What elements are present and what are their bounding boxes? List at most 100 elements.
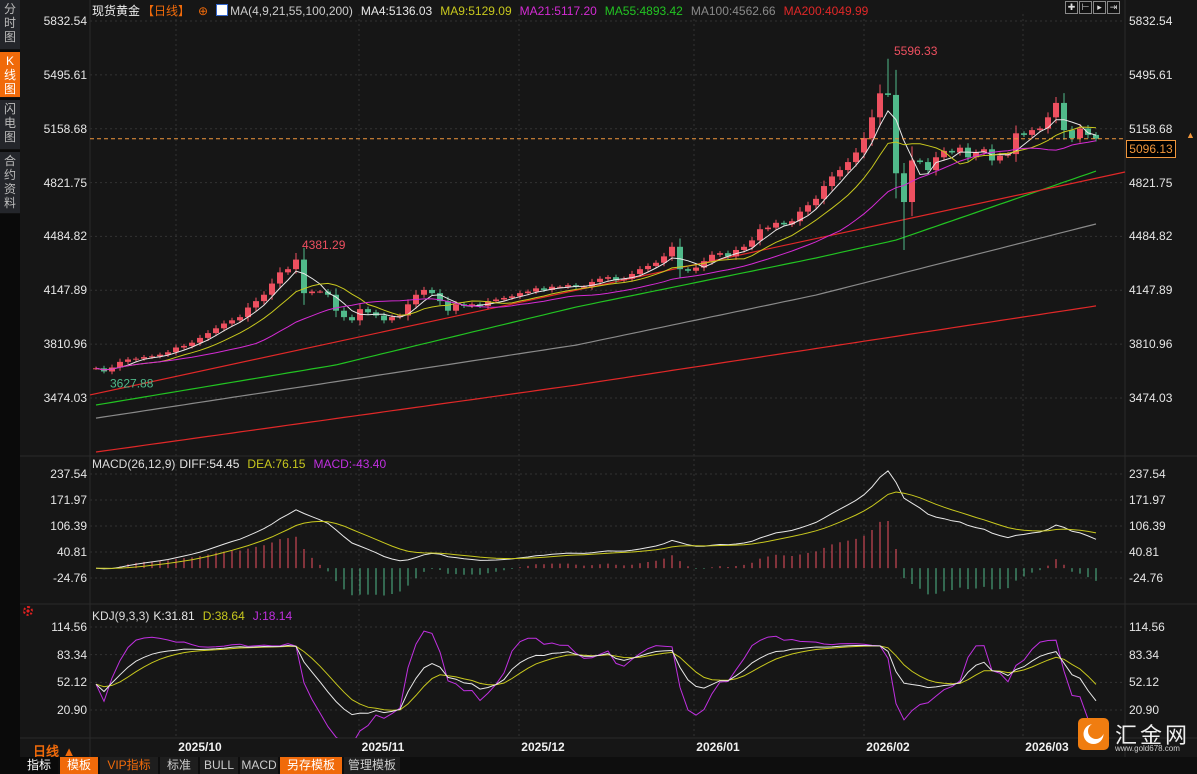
- x-tick-label: 2025/10: [178, 740, 222, 754]
- y-tick-left: 106.39: [50, 519, 87, 533]
- y-tick-right: 20.90: [1129, 703, 1160, 717]
- y-tick-right: 5832.54: [1129, 14, 1173, 28]
- y-tick-left: 40.81: [56, 545, 87, 559]
- candle-body: [1045, 117, 1051, 129]
- y-tick-left: 3810.96: [43, 337, 87, 352]
- candle-body: [597, 278, 603, 282]
- bottom-tab-3[interactable]: 标准: [160, 757, 198, 774]
- candle-body: [885, 93, 891, 95]
- candle-body: [365, 309, 371, 313]
- ma-params: MA(4,9,21,55,100,200): [230, 4, 353, 18]
- y-tick-left: 3474.03: [43, 391, 87, 405]
- x-tick-label: 2026/02: [866, 740, 910, 754]
- candle-body: [317, 291, 323, 293]
- candle-body: [645, 265, 651, 270]
- kdj-k-line: [95, 644, 1097, 716]
- y-tick-right: 52.12: [1129, 675, 1160, 690]
- bottom-tab-0[interactable]: 指标: [20, 757, 58, 774]
- candle-body: [1061, 102, 1067, 131]
- legend-macd: MACD:-43.40: [313, 457, 387, 471]
- candle-body: [949, 150, 955, 153]
- chart-plot-area[interactable]: 5596.33 4381.29 3627.88: [0, 0, 1197, 774]
- kdj-title: KDJ(9,3,3): [92, 609, 150, 623]
- price-extreme-label: 4381.29: [302, 238, 346, 252]
- candle-body: [197, 337, 203, 343]
- ma-value-ma9: MA9:5129.09: [440, 4, 512, 18]
- candle-body: [677, 246, 683, 270]
- candle-body: [381, 315, 387, 321]
- candle-body: [229, 320, 235, 324]
- candle-body: [309, 291, 315, 294]
- candle-body: [717, 253, 723, 255]
- y-tick-right: 3810.96: [1129, 337, 1173, 352]
- candle-body: [389, 317, 395, 321]
- indicator-chart-icon[interactable]: [216, 4, 229, 16]
- candle-body: [997, 155, 1003, 161]
- candle-body: [285, 269, 291, 273]
- x-tick-label: 2026/03: [1025, 740, 1069, 754]
- candle-body: [821, 186, 827, 199]
- bottom-tab-4[interactable]: BULL: [200, 757, 238, 774]
- bottom-tab-1[interactable]: 模板: [60, 757, 98, 774]
- y-tick-right: 4821.75: [1129, 175, 1173, 190]
- candle-body: [853, 152, 859, 163]
- candle-body: [901, 173, 907, 203]
- gold678-logo: [1078, 718, 1109, 750]
- y-tick-left: 83.34: [56, 647, 87, 662]
- trendline: [89, 171, 1126, 396]
- bottom-tab-6[interactable]: 另存模板: [280, 757, 342, 774]
- ma-value-ma200: MA200:4049.99: [783, 4, 869, 18]
- y-tick-right: -24.76: [1129, 571, 1164, 585]
- candle-body: [765, 227, 771, 230]
- candle-body: [773, 222, 779, 228]
- y-tick-left: 5158.68: [43, 121, 87, 136]
- candle-body: [205, 333, 211, 338]
- y-tick-right: 114.56: [1129, 620, 1165, 634]
- candle-body: [845, 162, 851, 171]
- candle-body: [277, 272, 283, 284]
- candle-body: [757, 229, 763, 241]
- candle-body: [525, 291, 531, 294]
- price-extreme-label: 3627.88: [110, 376, 154, 390]
- x-tick-label: 2025/12: [521, 740, 565, 754]
- candle-body: [685, 269, 691, 271]
- candle-body: [709, 254, 715, 262]
- ma-value-ma100: MA100:4562.66: [690, 4, 776, 18]
- candle-body: [1037, 128, 1043, 131]
- play-forward-icon[interactable]: ▸: [1093, 1, 1106, 14]
- period-label: 【日线】: [142, 4, 191, 18]
- logo-crescent-icon: [1083, 723, 1104, 744]
- bottom-tab-7[interactable]: 管理模板: [344, 757, 400, 774]
- candle-body: [829, 176, 835, 187]
- candle-body: [893, 94, 899, 174]
- legend-d: D:38.64: [202, 609, 245, 623]
- candle-body: [341, 310, 347, 318]
- candle-body: [837, 170, 843, 177]
- bottom-tab-5[interactable]: MACD: [240, 757, 278, 774]
- candle-body: [253, 301, 259, 308]
- candle-body: [693, 267, 699, 271]
- crosshair-toggle-icon[interactable]: ⊕: [198, 4, 208, 18]
- y-tick-right: 4147.89: [1129, 283, 1173, 298]
- candle-body: [861, 138, 867, 153]
- symbol-name: 现货黄金: [92, 4, 141, 18]
- move-right-icon[interactable]: ⇥: [1107, 1, 1120, 14]
- y-tick-left: 5832.54: [43, 14, 87, 28]
- y-tick-left: 171.97: [50, 492, 87, 507]
- ma-line-ma21: [95, 140, 1097, 371]
- y-tick-right: 83.34: [1129, 647, 1160, 662]
- indicator-settings-icon[interactable]: [23, 606, 33, 616]
- y-tick-left: -24.76: [52, 571, 87, 585]
- candle-body: [1053, 102, 1059, 118]
- candle-body: [805, 205, 811, 212]
- candle-body: [349, 317, 355, 321]
- ma-line-ma100: [95, 223, 1097, 419]
- ma-value-ma21: MA21:5117.20: [519, 4, 597, 18]
- legend-j: J:18.14: [252, 609, 293, 623]
- candle-body: [293, 259, 299, 270]
- bottom-tab-2[interactable]: VIP指标: [100, 757, 158, 774]
- zoom-range-icon[interactable]: ⊢: [1079, 1, 1092, 14]
- crosshair-icon[interactable]: ✚: [1065, 1, 1078, 14]
- last-price-label: 5096.13: [1126, 140, 1176, 158]
- candle-body: [125, 359, 131, 362]
